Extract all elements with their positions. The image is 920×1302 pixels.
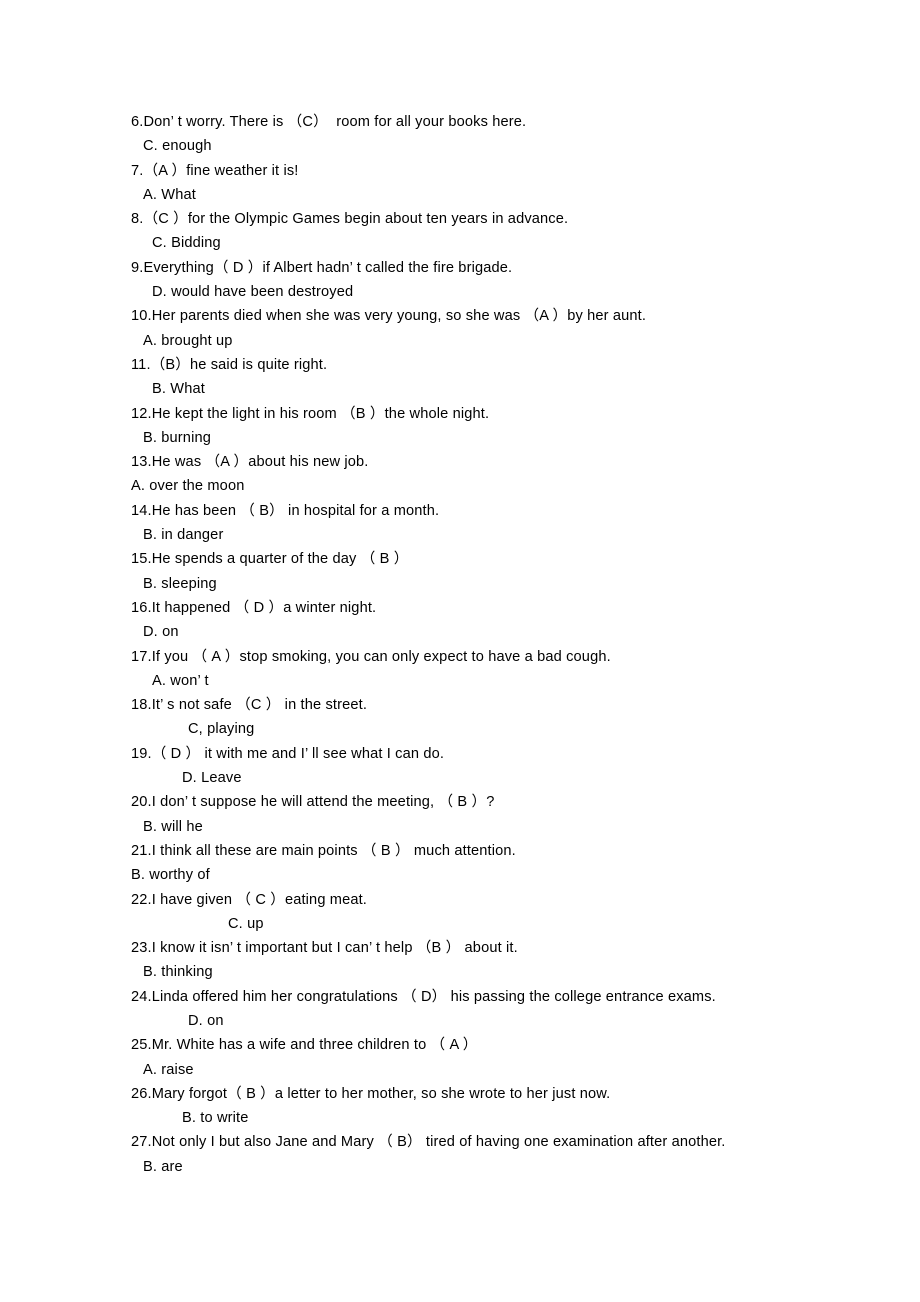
answer-line: A. brought up [143,332,233,349]
question-line: 26.Mary forgot（ B ）a letter to her mothe… [131,1085,611,1102]
answer-line: A. raise [143,1061,194,1078]
answer-line: B. in danger [143,527,224,544]
question-item: 26.Mary forgot（ B ）a letter to her mothe… [131,1082,880,1131]
question-line: 7.（A ）fine weather it is! [131,162,299,179]
question-item: 15.He spends a quarter of the day （ B ） B… [131,547,880,596]
question-line: 15.He spends a quarter of the day （ B ） [131,551,409,568]
answer-line: D. on [188,1012,224,1029]
question-line: 10.Her parents died when she was very yo… [131,308,647,325]
question-item: 23.I know it isn’ t important but I can’… [131,936,880,985]
question-item: 18.It’ s not safe （C ） in the street. C, … [131,693,880,742]
answer-line: A. over the moon [131,478,245,495]
question-line: 6.Don’ t worry. There is （C） room for al… [131,114,527,130]
question-line: 24.Linda offered him her congratulations… [131,988,716,1005]
question-item: 12.He kept the light in his room （B ）the… [131,402,880,451]
question-line: 22.I have given （ C ）eating meat. [131,891,368,908]
question-line: 18.It’ s not safe （C ） in the street. [131,697,368,714]
answer-line: C, playing [188,721,255,738]
question-item: 19.（ D ） it with me and I’ ll see what I… [131,742,880,791]
question-item: 16.It happened （ D ）a winter night. D. on [131,596,880,645]
answer-line: B. are [143,1158,183,1175]
answer-line: D. Leave [182,770,242,787]
question-line: 19.（ D ） it with me and I’ ll see what I… [131,745,445,762]
question-item: 17.If you （ A ）stop smoking, you can onl… [131,645,880,694]
answer-line: A. won’ t [152,672,209,689]
question-line: 12.He kept the light in his room （B ）the… [131,405,490,422]
answer-line: A. What [143,186,196,203]
question-item: 20.I don’ t suppose he will attend the m… [131,790,880,839]
question-item: 11.（B）he said is quite right. B. What [131,353,880,402]
answer-line: D. on [143,624,179,641]
question-item: 27.Not only I but also Jane and Mary （ B… [131,1130,880,1179]
question-line: 13.He was （A ）about his new job. [131,454,369,471]
question-item: 21.I think all these are main points （ B… [131,839,880,888]
answer-line: B. sleeping [143,575,217,592]
answer-line: C. Bidding [152,235,221,252]
question-line: 9.Everything（ D ）if Albert hadn’ t calle… [131,259,513,276]
answer-line: B. What [152,381,205,398]
question-line: 20.I don’ t suppose he will attend the m… [131,794,495,811]
question-item: 8.（C ）for the Olympic Games begin about … [131,207,880,256]
question-item: 14.He has been （ B） in hospital for a mo… [131,499,880,548]
question-line: 11.（B）he said is quite right. [131,356,328,373]
answer-line: B. thinking [143,964,213,981]
question-line: 25.Mr. White has a wife and three childr… [131,1037,478,1054]
answer-line: B. will he [143,818,203,835]
answer-line: D. would have been destroyed [152,284,354,301]
question-item: 24.Linda offered him her congratulations… [131,985,880,1034]
question-line: 17.If you （ A ）stop smoking, you can onl… [131,648,611,665]
question-line: 21.I think all these are main points （ B… [131,842,516,859]
question-item: 10.Her parents died when she was very yo… [131,304,880,353]
document-page: 6.Don’ t worry. There is （C） room for al… [0,0,920,1302]
answer-line: B. burning [143,429,211,446]
answer-key-list: 6.Don’ t worry. There is （C） room for al… [131,110,880,1179]
question-item: 13.He was （A ）about his new job. A. over … [131,450,880,499]
answer-line: B. to write [182,1110,249,1127]
question-item: 9.Everything（ D ）if Albert hadn’ t calle… [131,256,880,305]
answer-line: B. worthy of [131,867,210,884]
answer-line: C. enough [143,138,212,155]
question-line: 16.It happened （ D ）a winter night. [131,599,377,616]
question-item: 7.（A ）fine weather it is! A. What [131,159,880,208]
question-item: 22.I have given （ C ）eating meat. C. up [131,888,880,937]
question-line: 27.Not only I but also Jane and Mary （ B… [131,1134,726,1151]
question-line: 8.（C ）for the Olympic Games begin about … [131,211,569,228]
answer-line: C. up [228,915,264,932]
question-item: 25.Mr. White has a wife and three childr… [131,1033,880,1082]
question-line: 23.I know it isn’ t important but I can’… [131,940,518,957]
question-item: 6.Don’ t worry. There is （C） room for al… [131,110,880,159]
question-line: 14.He has been （ B） in hospital for a mo… [131,502,440,519]
